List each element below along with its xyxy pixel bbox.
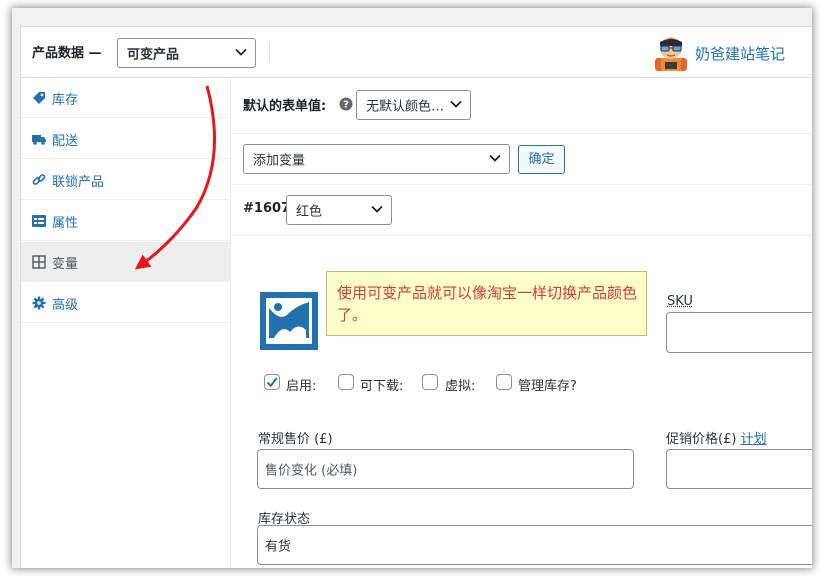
sku-label: SKU <box>667 294 693 309</box>
variation-color-value: 红色 <box>296 204 323 220</box>
brand-watermark: 奶爸建站笔记 <box>651 33 812 71</box>
grid-icon <box>32 255 46 269</box>
product-data-tabs: 库存 配送 联锁产品 属性 变量 高级 <box>21 78 231 568</box>
nav-item-shipping[interactable]: 配送 <box>21 119 230 159</box>
nav-item-label: 库存 <box>52 93 79 108</box>
screenshot-frame: 产品数据 — 可变产品 奶爸建站笔记 库存 配送 联锁产品 属性 变量 高级 默… <box>12 8 812 568</box>
downloadable-checkbox[interactable] <box>338 374 354 390</box>
default-color-value: 无默认颜色… <box>366 99 445 115</box>
manage-stock-checkbox[interactable] <box>496 374 512 390</box>
chevron-down-icon <box>450 100 462 108</box>
gear-icon <box>32 296 46 310</box>
enabled-checkbox[interactable] <box>264 374 280 390</box>
regular-price-label: 常规售价 (£) <box>258 432 333 447</box>
help-icon[interactable]: ? <box>339 97 353 111</box>
product-type-select[interactable]: 可变产品 <box>117 38 256 68</box>
add-variation-row: 添加变量 确定 <box>231 134 812 185</box>
svg-text:?: ? <box>343 100 349 111</box>
product-type-value: 可变产品 <box>127 47 180 63</box>
avatar-logo-icon <box>655 37 687 71</box>
sale-price-label: 促销价格(£) 计划 <box>666 428 767 447</box>
manage-stock-label: 管理库存? <box>518 379 577 394</box>
regular-price-input[interactable]: 售价变化 (必填) <box>257 449 634 489</box>
nav-item-attributes[interactable]: 属性 <box>21 201 230 241</box>
confirm-button[interactable]: 确定 <box>518 145 565 174</box>
downloadable-label: 可下载: <box>360 379 404 394</box>
variation-image-placeholder-icon[interactable] <box>260 292 318 350</box>
annotation-callout: 使用可变产品就可以像淘宝一样切换产品颜色了。 <box>326 271 647 336</box>
variation-header-row: #1607 红色 <box>231 185 812 236</box>
nav-item-inventory[interactable]: 库存 <box>21 78 230 118</box>
nav-item-linked-products[interactable]: 联锁产品 <box>21 160 230 200</box>
variations-panel: 默认的表单值: ? 无默认颜色… 添加变量 确定 #1607 红色 使用可变产品… <box>231 78 812 568</box>
regular-price-placeholder: 售价变化 (必填) <box>265 463 358 479</box>
add-variation-value: 添加变量 <box>253 153 306 169</box>
checkmark-icon <box>266 377 278 388</box>
enabled-label: 启用: <box>286 379 317 394</box>
variation-id: #1607 <box>243 201 291 216</box>
default-form-label: 默认的表单值: <box>243 99 327 114</box>
virtual-checkbox[interactable] <box>422 374 438 390</box>
panel-header: 产品数据 — 可变产品 奶爸建站笔记 <box>21 27 812 78</box>
product-data-panel: 产品数据 — 可变产品 奶爸建站笔记 库存 配送 联锁产品 属性 变量 高级 默… <box>20 26 812 568</box>
nav-item-label: 高级 <box>52 298 79 313</box>
default-form-row: 默认的表单值: ? 无默认颜色… <box>231 78 812 134</box>
truck-icon <box>32 135 46 145</box>
nav-item-variations[interactable]: 变量 <box>21 242 230 282</box>
stock-status-select[interactable]: 有货 <box>257 525 812 565</box>
header-divider <box>269 42 270 62</box>
variation-options-row: 启用: 可下载: 虚拟: 管理库存? <box>264 374 684 394</box>
chevron-down-icon <box>235 48 247 56</box>
panel-title: 产品数据 — <box>32 46 102 61</box>
sale-schedule-link[interactable]: 计划 <box>741 432 767 447</box>
nav-item-label: 联锁产品 <box>52 175 105 190</box>
nav-item-label: 配送 <box>52 134 79 149</box>
variation-color-select[interactable]: 红色 <box>286 195 392 225</box>
virtual-label: 虚拟: <box>445 379 476 394</box>
chevron-down-icon <box>489 154 501 162</box>
link-icon <box>32 174 46 185</box>
tag-icon <box>33 92 45 104</box>
sale-price-label-text: 促销价格(£) <box>666 432 737 447</box>
add-variation-select[interactable]: 添加变量 <box>243 144 510 174</box>
sale-price-input[interactable] <box>666 449 812 489</box>
nav-item-label: 变量 <box>52 257 79 272</box>
default-color-select[interactable]: 无默认颜色… <box>356 90 471 120</box>
nav-item-label: 属性 <box>52 216 79 231</box>
stock-status-value: 有货 <box>265 539 292 555</box>
chevron-down-icon <box>371 205 383 213</box>
list-icon <box>32 215 46 227</box>
sku-input[interactable] <box>666 312 812 353</box>
brand-text: 奶爸建站笔记 <box>695 45 786 63</box>
nav-item-advanced[interactable]: 高级 <box>21 283 230 323</box>
